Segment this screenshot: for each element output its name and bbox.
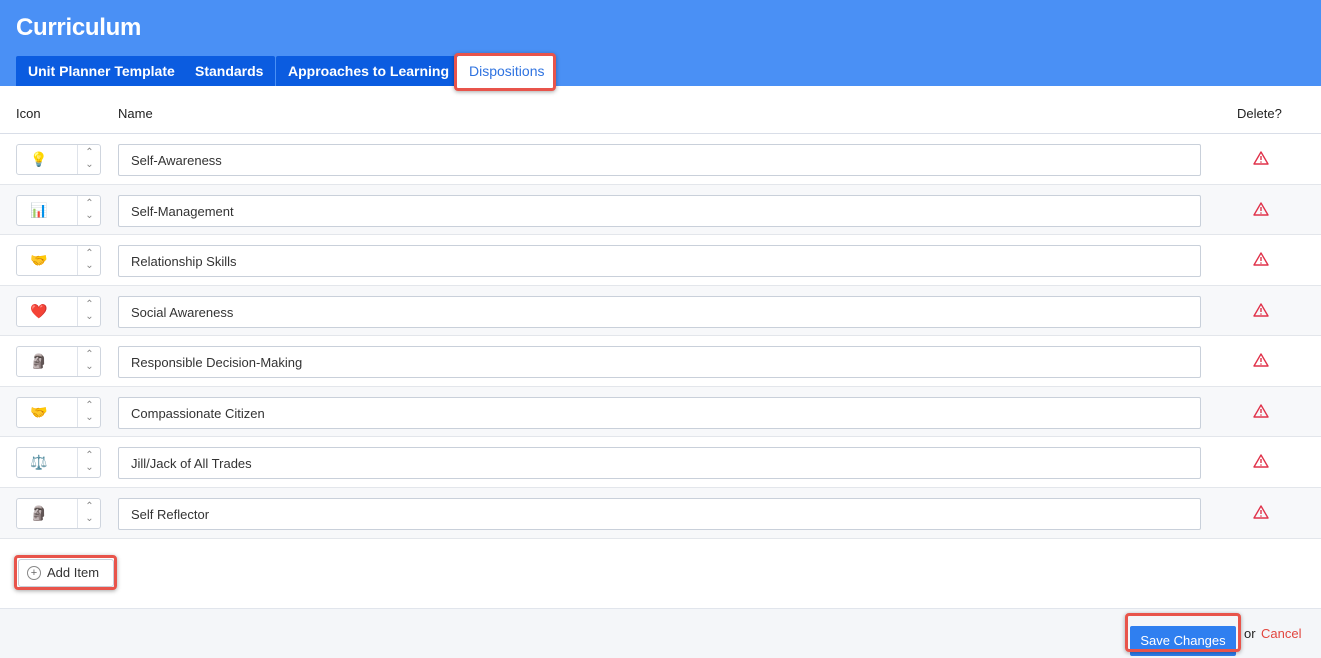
page-title: Curriculum bbox=[16, 14, 142, 41]
tab-approaches-to-learning[interactable]: Approaches to Learning bbox=[276, 56, 462, 86]
handshake-icon: 🤝 bbox=[30, 404, 48, 420]
table-row: ⚖️ ⌃ ⌄ bbox=[0, 437, 1321, 488]
chevron-up-down-icon[interactable]: ⌃ ⌄ bbox=[77, 398, 101, 427]
table-row: 📊 ⌃ ⌄ bbox=[0, 185, 1321, 235]
name-input[interactable] bbox=[118, 447, 1201, 479]
thinker-icon: 🗿 bbox=[30, 353, 48, 369]
name-input[interactable] bbox=[118, 498, 1201, 530]
column-header-delete: Delete? bbox=[1237, 106, 1282, 121]
add-item-button[interactable]: + Add Item bbox=[18, 559, 114, 587]
delete-warning-icon[interactable] bbox=[1253, 352, 1269, 368]
icon-selector[interactable]: 📊 ⌃ ⌄ bbox=[16, 195, 101, 226]
table-row: ❤️ ⌃ ⌄ bbox=[0, 286, 1321, 336]
or-text: or bbox=[1244, 626, 1256, 641]
chevron-up-down-icon[interactable]: ⌃ ⌄ bbox=[77, 448, 101, 477]
add-circle-icon: + bbox=[27, 566, 41, 580]
table-row: 🗿 ⌃ ⌄ bbox=[0, 488, 1321, 539]
delete-warning-icon[interactable] bbox=[1253, 504, 1269, 520]
bar-chart-icon: 📊 bbox=[30, 202, 48, 218]
icon-selector[interactable]: 🤝 ⌃ ⌄ bbox=[16, 397, 101, 428]
name-input[interactable] bbox=[118, 144, 1201, 176]
footer-bar: Save Changes or Cancel bbox=[0, 608, 1321, 658]
tab-standards[interactable]: Standards bbox=[183, 56, 276, 86]
table-row: 💡 ⌃ ⌄ bbox=[0, 134, 1321, 185]
name-input[interactable] bbox=[118, 245, 1201, 277]
cancel-link[interactable]: Cancel bbox=[1261, 626, 1301, 641]
delete-warning-icon[interactable] bbox=[1253, 403, 1269, 419]
delete-warning-icon[interactable] bbox=[1253, 150, 1269, 166]
icon-selector[interactable]: ⚖️ ⌃ ⌄ bbox=[16, 447, 101, 478]
chevron-up-down-icon[interactable]: ⌃ ⌄ bbox=[77, 196, 101, 225]
icon-selector[interactable]: 🗿 ⌃ ⌄ bbox=[16, 346, 101, 377]
column-header-icon: Icon bbox=[16, 106, 41, 121]
light-bulb-icon: 💡 bbox=[30, 151, 48, 167]
scales-icon: ⚖️ bbox=[30, 454, 48, 470]
delete-warning-icon[interactable] bbox=[1253, 453, 1269, 469]
table-row: 🗿 ⌃ ⌄ bbox=[0, 336, 1321, 387]
name-input[interactable] bbox=[118, 195, 1201, 227]
chevron-up-down-icon[interactable]: ⌃ ⌄ bbox=[77, 246, 101, 275]
icon-selector[interactable]: 🗿 ⌃ ⌄ bbox=[16, 498, 101, 529]
delete-warning-icon[interactable] bbox=[1253, 201, 1269, 217]
tab-dispositions[interactable]: Dispositions bbox=[457, 56, 557, 86]
save-changes-button[interactable]: Save Changes bbox=[1130, 626, 1236, 656]
thinker-icon: 🗿 bbox=[30, 505, 48, 521]
page-header: Curriculum Unit Planner Template Standar… bbox=[0, 0, 1321, 86]
chevron-up-down-icon[interactable]: ⌃ ⌄ bbox=[77, 145, 101, 174]
chevron-up-down-icon[interactable]: ⌃ ⌄ bbox=[77, 297, 101, 326]
table-row: 🤝 ⌃ ⌄ bbox=[0, 387, 1321, 437]
name-input[interactable] bbox=[118, 346, 1201, 378]
table-row: 🤝 ⌃ ⌄ bbox=[0, 235, 1321, 286]
delete-warning-icon[interactable] bbox=[1253, 251, 1269, 267]
name-input[interactable] bbox=[118, 296, 1201, 328]
icon-selector[interactable]: 🤝 ⌃ ⌄ bbox=[16, 245, 101, 276]
tab-unit-planner-template[interactable]: Unit Planner Template bbox=[16, 56, 187, 86]
chevron-up-down-icon[interactable]: ⌃ ⌄ bbox=[77, 347, 101, 376]
handshake-icon: 🤝 bbox=[30, 252, 48, 268]
heart-icon: ❤️ bbox=[30, 303, 48, 319]
name-input[interactable] bbox=[118, 397, 1201, 429]
chevron-up-down-icon[interactable]: ⌃ ⌄ bbox=[77, 499, 101, 528]
column-header-name: Name bbox=[118, 106, 153, 121]
icon-selector[interactable]: ❤️ ⌃ ⌄ bbox=[16, 296, 101, 327]
icon-selector[interactable]: 💡 ⌃ ⌄ bbox=[16, 144, 101, 175]
add-item-label: Add Item bbox=[47, 565, 100, 580]
delete-warning-icon[interactable] bbox=[1253, 302, 1269, 318]
